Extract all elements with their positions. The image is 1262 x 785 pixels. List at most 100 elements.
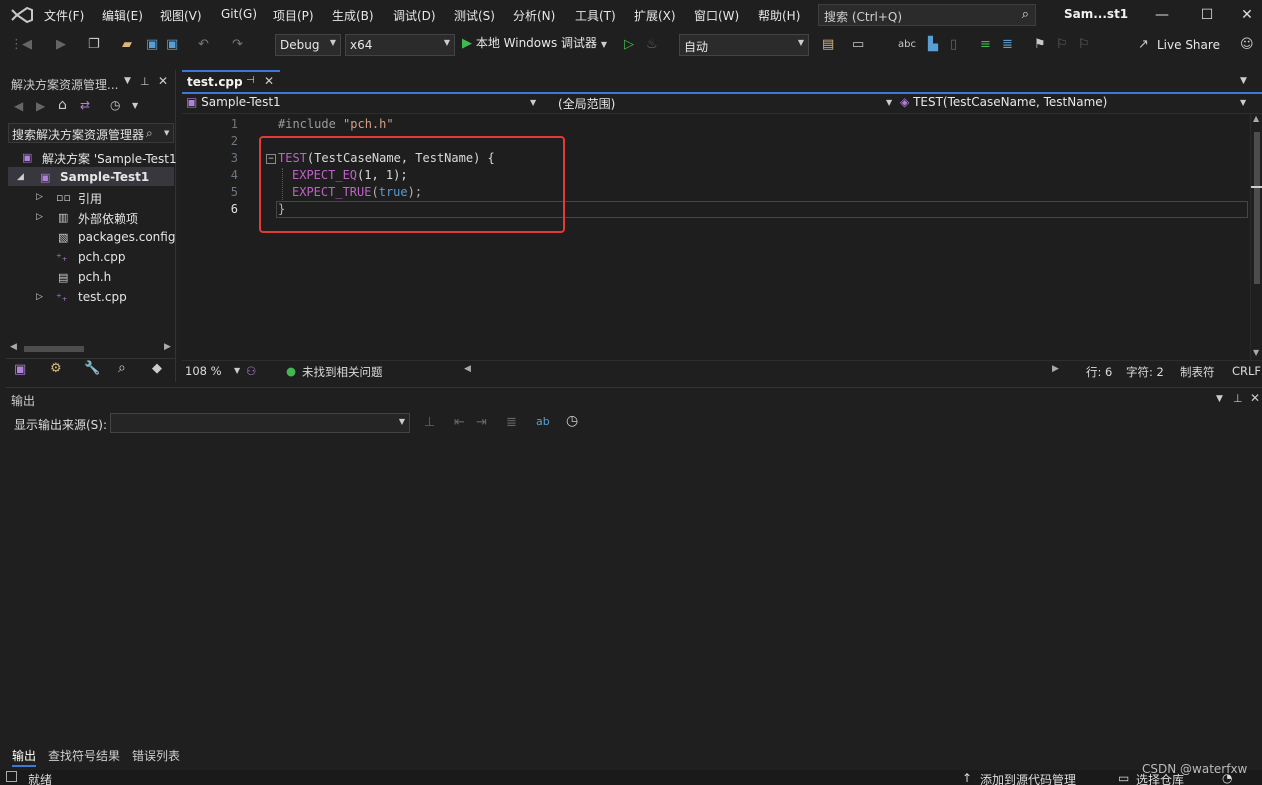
clock-icon[interactable]: ◷: [566, 413, 578, 429]
solution-hscroll[interactable]: ◀ ▶: [8, 342, 174, 356]
live-share-icon[interactable]: ↗: [1138, 36, 1149, 54]
scroll-left-icon[interactable]: ◀: [10, 342, 17, 352]
menu-debug[interactable]: 调试(D): [393, 7, 436, 24]
chevron-down-icon[interactable]: ▼: [132, 101, 138, 110]
bookmark-icon[interactable]: ⚑: [1034, 36, 1046, 54]
menu-file[interactable]: 文件(F): [44, 7, 84, 24]
editor-vscroll[interactable]: ▲ ▼: [1250, 114, 1262, 360]
pin-icon[interactable]: ⊥: [1233, 392, 1243, 405]
spellcheck-icon[interactable]: abc: [898, 36, 916, 54]
maximize-icon[interactable]: ☐: [1196, 4, 1218, 26]
close-icon[interactable]: ✕: [264, 74, 274, 88]
menu-project[interactable]: 项目(P): [273, 7, 314, 24]
menu-build[interactable]: 生成(B): [332, 7, 374, 24]
word-wrap-icon[interactable]: ab: [536, 415, 550, 428]
collapse-arrow-icon[interactable]: ▷: [36, 212, 43, 222]
intellicode-icon[interactable]: ⚇: [246, 364, 256, 378]
tree-item-external-deps[interactable]: 外部依赖项: [78, 210, 138, 227]
clear-all-icon[interactable]: ≣: [506, 415, 517, 430]
tree-item-project[interactable]: Sample-Test1: [60, 170, 149, 184]
window-layout-icon[interactable]: ▭: [852, 36, 864, 54]
scroll-down-icon[interactable]: ▼: [1253, 348, 1259, 357]
menu-test[interactable]: 测试(S): [454, 7, 495, 24]
undo-icon[interactable]: ↶: [198, 36, 209, 54]
switch-views-icon[interactable]: ⇄: [80, 98, 90, 112]
collapse-arrow-icon[interactable]: ▷: [36, 192, 43, 202]
run-without-debug-icon[interactable]: ▷: [624, 36, 634, 54]
tab-find-symbol-results[interactable]: 查找符号结果: [48, 747, 120, 764]
scroll-thumb[interactable]: [24, 346, 84, 352]
platform-dropdown[interactable]: x64 ▼: [345, 34, 455, 56]
chevron-down-icon[interactable]: ▼: [124, 76, 131, 86]
line-position[interactable]: 行: 6: [1086, 364, 1112, 380]
next-message-icon[interactable]: ⇥: [476, 415, 487, 430]
back-icon[interactable]: ◀: [22, 36, 32, 54]
menu-extensions[interactable]: 扩展(X): [634, 7, 676, 24]
close-icon[interactable]: ✕: [158, 74, 168, 88]
menu-analyze[interactable]: 分析(N): [513, 7, 555, 24]
forward-icon[interactable]: ▶: [56, 36, 66, 54]
search-input[interactable]: 搜索 (Ctrl+Q) ⌕: [818, 4, 1036, 26]
prev-message-icon[interactable]: ⇤: [454, 415, 465, 430]
chevron-down-icon[interactable]: ▼: [164, 129, 169, 137]
menu-tools[interactable]: 工具(T): [575, 7, 616, 24]
line-ending[interactable]: CRLF: [1232, 364, 1261, 378]
uncomment-icon[interactable]: ≣: [1002, 36, 1013, 54]
search-icon[interactable]: ⌕: [118, 360, 126, 376]
git-icon[interactable]: ◆: [152, 361, 162, 376]
minimize-icon[interactable]: —: [1151, 4, 1173, 26]
expand-arrow-icon[interactable]: ◢: [17, 172, 24, 182]
pending-changes-icon[interactable]: ◷: [110, 98, 120, 112]
solution-explorer-tab-icon[interactable]: ▣: [14, 362, 26, 377]
menu-git[interactable]: Git(G): [221, 7, 257, 21]
menu-help[interactable]: 帮助(H): [758, 7, 800, 24]
tree-item-solution[interactable]: 解决方案 'Sample-Test1: [42, 150, 177, 167]
back-icon[interactable]: ◀: [14, 99, 23, 113]
run-debugger-button[interactable]: ▶ 本地 Windows 调试器 ▼: [462, 34, 607, 51]
save-all-icon[interactable]: ▣: [166, 36, 178, 54]
tree-item-pch-cpp[interactable]: pch.cpp: [78, 250, 125, 264]
new-project-icon[interactable]: ❐: [88, 36, 100, 54]
add-to-source-control[interactable]: 添加到源代码管理: [980, 771, 1076, 785]
tree-item-packages-config[interactable]: packages.config: [78, 230, 175, 244]
collapse-arrow-icon[interactable]: ▷: [36, 292, 43, 302]
step-over-icon[interactable]: ▯: [950, 36, 957, 54]
visual-studio-logo-icon[interactable]: [10, 6, 34, 24]
scope-dropdown[interactable]: (全局范围) ▼: [558, 95, 896, 113]
scroll-right-icon[interactable]: ▶: [164, 342, 171, 352]
menu-view[interactable]: 视图(V): [160, 7, 202, 24]
next-bookmark-icon[interactable]: ⚐: [1078, 36, 1090, 54]
tab-error-list[interactable]: 错误列表: [132, 747, 180, 764]
tree-item-references[interactable]: 引用: [78, 190, 102, 207]
tab-test-cpp[interactable]: test.cpp ⊣ ✕: [182, 70, 280, 92]
config-dropdown[interactable]: Debug ▼: [275, 34, 341, 56]
chevron-down-icon[interactable]: ▼: [1216, 394, 1223, 404]
pin-icon[interactable]: ⊥: [140, 75, 150, 88]
member-dropdown[interactable]: ◈ TEST(TestCaseName, TestName) ▼: [900, 95, 1252, 113]
issues-status[interactable]: 未找到相关问题: [302, 364, 383, 380]
git-changes-icon[interactable]: ⚙: [50, 361, 62, 376]
char-position[interactable]: 字符: 2: [1126, 364, 1164, 380]
menu-window[interactable]: 窗口(W): [694, 7, 739, 24]
step-icon[interactable]: ▙: [928, 36, 938, 54]
forward-icon[interactable]: ▶: [36, 99, 45, 113]
tab-output[interactable]: 输出: [12, 747, 37, 767]
find-message-icon[interactable]: ⊥: [424, 415, 435, 430]
tree-item-test-cpp[interactable]: test.cpp: [78, 290, 127, 304]
scroll-thumb[interactable]: [1254, 132, 1260, 284]
close-icon[interactable]: ✕: [1250, 391, 1260, 405]
indent-mode[interactable]: 制表符: [1180, 364, 1215, 380]
comment-icon[interactable]: ≡: [980, 36, 991, 54]
prev-bookmark-icon[interactable]: ⚐: [1056, 36, 1068, 54]
scroll-up-icon[interactable]: ▲: [1253, 114, 1259, 123]
pin-icon[interactable]: ⊣: [246, 75, 255, 86]
home-icon[interactable]: ⌂: [58, 97, 67, 113]
browse-icon[interactable]: ▤: [822, 36, 834, 54]
project-dropdown[interactable]: ▣ Sample-Test1 ▼: [186, 95, 538, 113]
output-source-dropdown[interactable]: ▼: [110, 413, 410, 433]
redo-icon[interactable]: ↷: [232, 36, 243, 54]
account-icon[interactable]: ☺: [1240, 36, 1254, 54]
auto-dropdown[interactable]: 自动 ▼: [679, 34, 809, 56]
menu-edit[interactable]: 编辑(E): [102, 7, 143, 24]
tree-item-pch-h[interactable]: pch.h: [78, 270, 111, 284]
